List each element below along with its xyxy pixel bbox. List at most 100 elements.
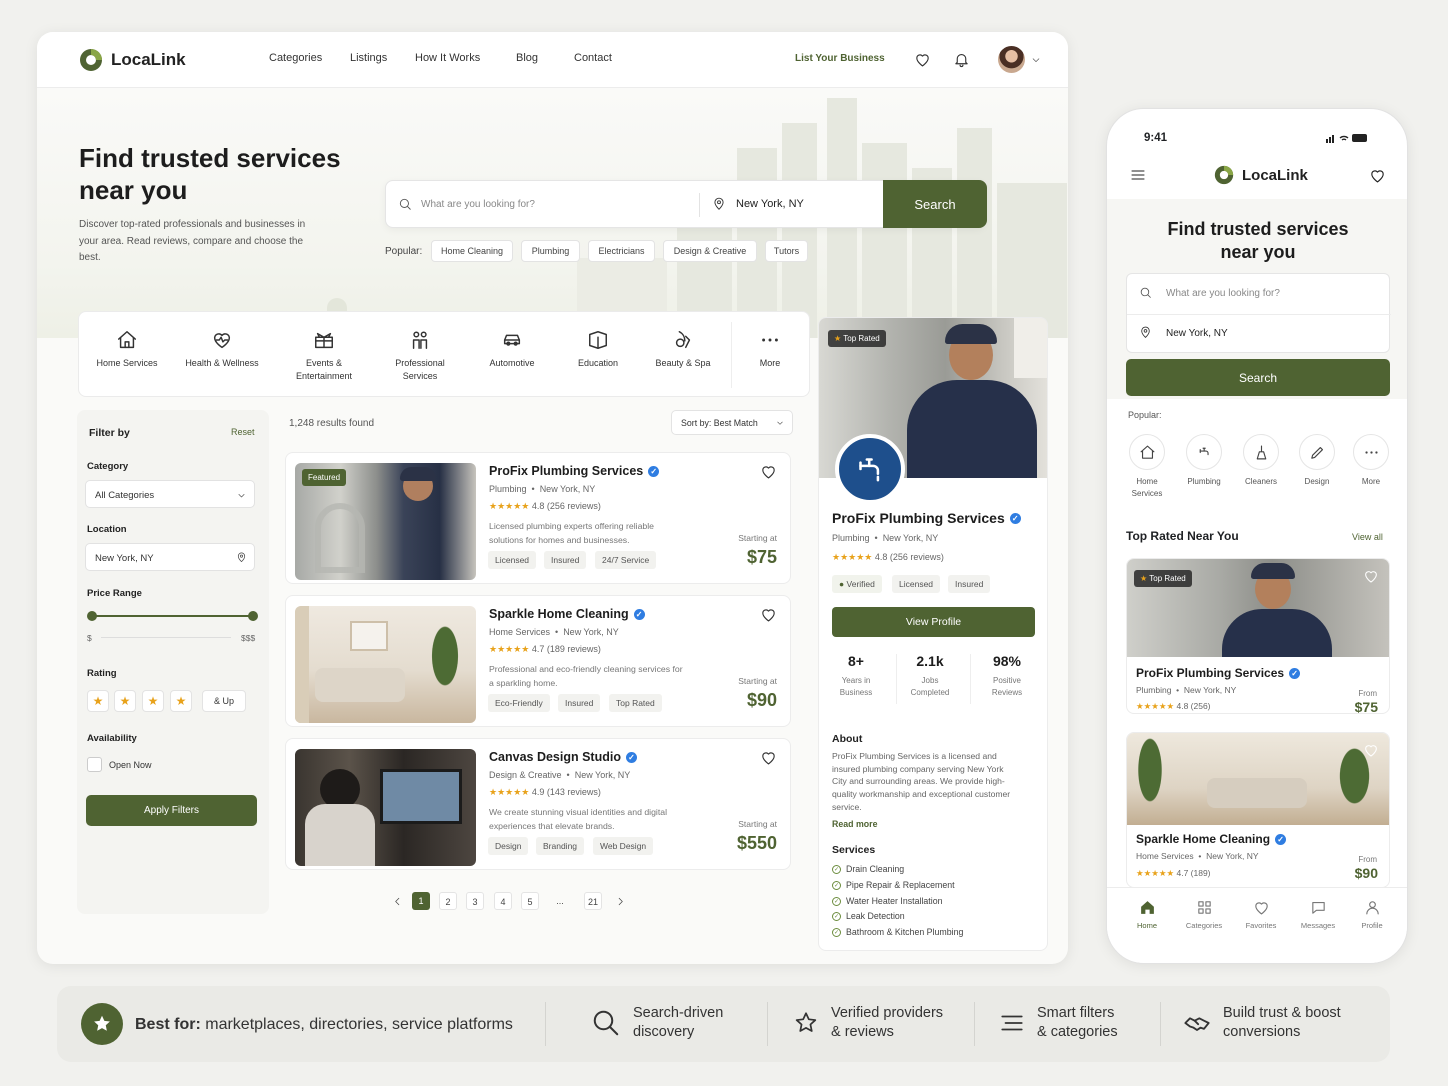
mobile-listing-card[interactable]: Sparkle Home Cleaning ✓ Home Services • N… [1126,732,1390,888]
heart-icon[interactable] [914,51,931,68]
faucet-icon [1199,447,1209,455]
category-events[interactable]: Events & Entertainment [274,312,374,398]
category-education[interactable]: Education [553,312,643,398]
category-home-services[interactable]: Home Services [82,312,172,398]
chevron-down-icon[interactable] [1031,55,1041,65]
mobile-cat-design[interactable]: Design [1290,434,1344,488]
rating-star-4[interactable]: ★ [170,690,192,712]
more-dots-icon [762,338,778,342]
listing-card[interactable]: Canvas Design Studio ✓ Design & Creative … [285,738,791,870]
brand-name: LocaLink [111,50,186,69]
faucet-icon [859,458,880,482]
rating-and-up[interactable]: & Up [202,690,246,712]
chip-electricians[interactable]: Electricians [588,240,655,262]
nav-how-it-works[interactable]: How It Works [415,52,480,64]
heart-icon[interactable] [760,463,777,480]
chip-home-cleaning[interactable]: Home Cleaning [431,240,513,262]
listing-title[interactable]: Sparkle Home Cleaning ✓ [489,607,645,621]
verified-icon: ✓ [625,751,637,763]
nav-blog[interactable]: Blog [516,52,538,64]
mobile-cat-cleaners[interactable]: Cleaners [1234,434,1288,488]
location-filter-input[interactable]: New York, NY [85,543,255,571]
mobile-cat-more[interactable]: More [1344,434,1398,488]
page-2[interactable]: 2 [439,892,457,910]
listing-photo [295,606,476,723]
page-5[interactable]: 5 [521,892,539,910]
price-slider-max-handle[interactable] [248,611,258,621]
mobile-logo[interactable]: LocaLink [1214,165,1308,185]
chip-tutors[interactable]: Tutors [765,240,808,262]
tab-profile[interactable]: Profile [1347,899,1397,930]
mobile-search-button[interactable]: Search [1126,359,1390,396]
category-automotive[interactable]: Automotive [467,312,557,398]
mobile-search-input[interactable]: What are you looking for? [1166,288,1280,299]
heart-icon[interactable] [1369,167,1386,184]
category-beauty-spa[interactable]: Beauty & Spa [638,312,728,398]
listing-photo: Featured [295,463,476,580]
service-item: ✓ Drain Cleaning [832,864,904,874]
logo[interactable]: LocaLink [79,48,186,72]
listing-card[interactable]: Featured ProFix Plumbing Services ✓ Plumb… [285,452,791,584]
rating-star-2[interactable]: ★ [114,690,136,712]
search-button[interactable]: Search [883,180,987,228]
location-input[interactable]: New York, NY [736,198,804,210]
filter-reset[interactable]: Reset [231,427,255,437]
stat-jobs: 2.1k Jobs Completed [893,653,967,699]
mobile-location-input[interactable]: New York, NY [1166,328,1228,339]
mobile-cat-home[interactable]: Home Services [1120,434,1174,500]
mobile-mockup: 9:41 LocaLink Find trusted services near … [1106,108,1408,964]
view-profile-button[interactable]: View Profile [832,607,1035,637]
tab-favorites[interactable]: Favorites [1236,899,1286,930]
chevron-left-icon[interactable] [392,896,403,907]
heart-icon[interactable] [1363,742,1379,758]
listing-title[interactable]: Canvas Design Studio ✓ [489,750,637,764]
price-slider-min-handle[interactable] [87,611,97,621]
mobile-listing-card[interactable]: ★ Top Rated ProFix Plumbing Services ✓ Pl… [1126,558,1390,714]
search-input[interactable]: What are you looking for? [421,199,535,210]
mobile-cat-label-line2: Services [1131,489,1163,498]
sort-select[interactable]: Sort by: Best Match [671,410,793,435]
tab-home[interactable]: Home [1122,899,1172,930]
category-select[interactable]: All Categories [85,480,255,508]
rating-star-3[interactable]: ★ [142,690,164,712]
page-21[interactable]: 21 [584,892,602,910]
list-business-link[interactable]: List Your Business [795,53,885,64]
tab-categories[interactable]: Categories [1179,899,1229,930]
chevron-right-icon[interactable] [615,896,626,907]
menu-icon[interactable] [1130,167,1146,183]
heart-icon[interactable] [760,606,777,623]
starting-at-label: Starting at [738,819,777,829]
category-more[interactable]: More [725,312,815,398]
top-navbar: LocaLink Categories Listings How It Work… [37,32,1068,88]
chip-plumbing[interactable]: Plumbing [521,240,580,262]
page-3[interactable]: 3 [466,892,484,910]
availability-label: Availability [87,733,137,744]
page-1[interactable]: 1 [412,892,430,910]
page-4[interactable]: 4 [494,892,512,910]
heart-icon[interactable] [1363,568,1379,584]
bell-icon[interactable] [953,51,970,68]
nav-listings[interactable]: Listings [350,52,387,64]
rating-star-1[interactable]: ★ [87,690,109,712]
listing-rating-text: 4.8 (256 reviews) [531,501,601,511]
mobile-cat-plumbing[interactable]: Plumbing [1177,434,1231,488]
price-slider-track[interactable] [91,615,254,617]
category-professional[interactable]: Professional Services [375,312,465,398]
grid-icon [1197,901,1211,914]
category-health-wellness[interactable]: Health & Wellness [177,312,267,398]
tab-messages[interactable]: Messages [1293,899,1343,930]
apply-filters-button[interactable]: Apply Filters [86,795,257,826]
location-filter-value: New York, NY [95,553,154,564]
listing-card[interactable]: Sparkle Home Cleaning ✓ Home Services • N… [285,595,791,727]
results-count: 1,248 results found [289,418,375,429]
chip-design-creative[interactable]: Design & Creative [663,240,757,262]
nav-categories[interactable]: Categories [269,52,322,64]
avatar[interactable] [998,46,1025,73]
read-more-link[interactable]: Read more [832,819,877,829]
heart-icon[interactable] [760,749,777,766]
stat-label-line2: Completed [910,688,950,697]
nav-contact[interactable]: Contact [574,52,612,64]
listing-title[interactable]: ProFix Plumbing Services ✓ [489,464,660,478]
open-now-checkbox[interactable] [87,757,102,772]
view-all-link[interactable]: View all [1352,532,1383,542]
